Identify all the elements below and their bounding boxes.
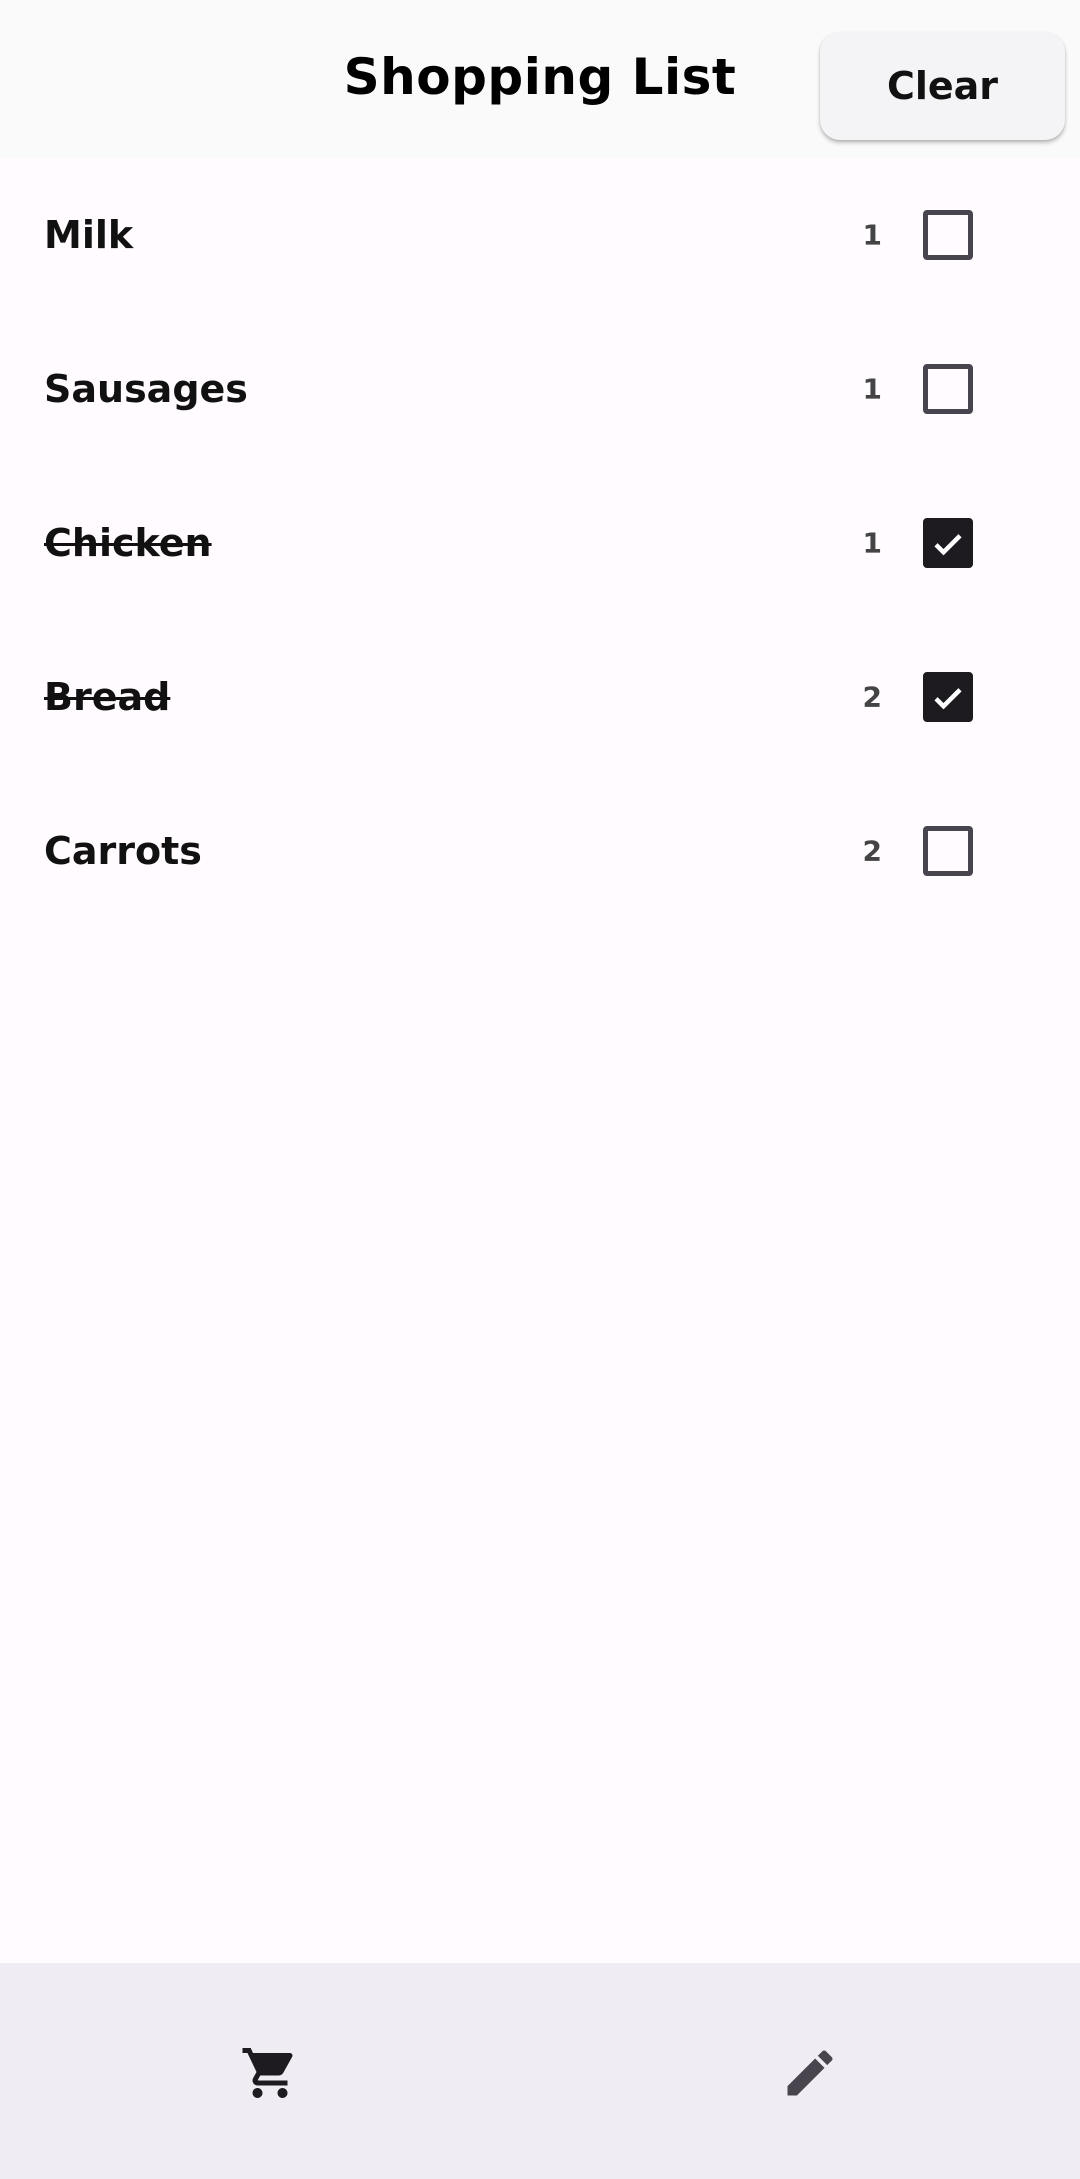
bottom-navigation <box>0 1963 1080 2179</box>
list-item[interactable]: Sausages 1 <box>0 312 1080 466</box>
list-item[interactable]: Bread 2 <box>0 620 1080 774</box>
item-checkbox[interactable] <box>923 364 973 414</box>
item-checkbox[interactable] <box>923 518 973 568</box>
checkmark-icon <box>934 534 962 556</box>
nav-shopping-list[interactable] <box>182 2029 358 2117</box>
item-quantity: 1 <box>862 218 882 252</box>
item-name: Sausages <box>44 367 248 411</box>
app-bar: Shopping List Clear <box>0 0 1080 158</box>
item-quantity: 2 <box>862 834 882 868</box>
list-item[interactable]: Chicken 1 <box>0 466 1080 620</box>
clear-button[interactable]: Clear <box>820 32 1065 140</box>
item-quantity: 2 <box>862 680 882 714</box>
list-item[interactable]: Milk 1 <box>0 158 1080 312</box>
item-name: Chicken <box>44 521 212 565</box>
item-name: Carrots <box>44 829 202 873</box>
item-name: Milk <box>44 213 134 257</box>
item-name: Bread <box>44 675 171 719</box>
item-quantity: 1 <box>862 372 882 406</box>
pencil-icon <box>787 2050 833 2096</box>
app-screen: Shopping List Clear Milk 1 Sausages 1 Ch… <box>0 0 1080 2179</box>
item-checkbox[interactable] <box>923 826 973 876</box>
shopping-list: Milk 1 Sausages 1 Chicken 1 Bread 2 Carr… <box>0 158 1080 928</box>
checkmark-icon <box>934 688 962 710</box>
list-item[interactable]: Carrots 2 <box>0 774 1080 928</box>
shopping-cart-icon <box>242 2048 293 2098</box>
item-checkbox[interactable] <box>923 210 973 260</box>
nav-edit[interactable] <box>722 2029 898 2117</box>
item-checkbox[interactable] <box>923 672 973 722</box>
item-quantity: 1 <box>862 526 882 560</box>
